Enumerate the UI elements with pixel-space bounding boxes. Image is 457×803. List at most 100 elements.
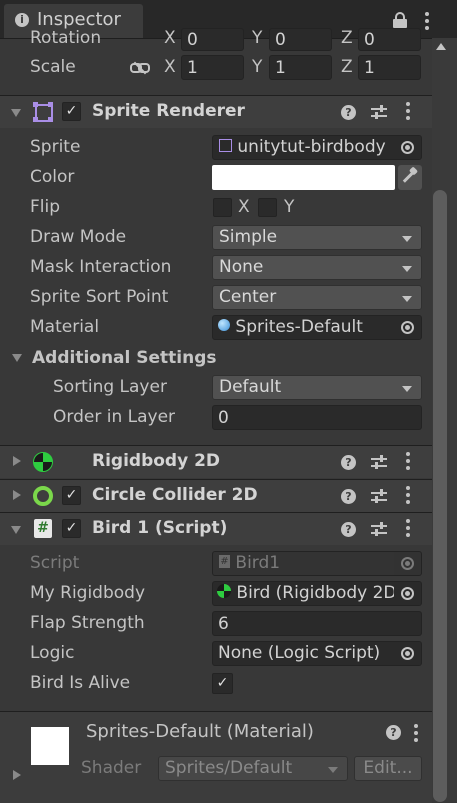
script-label: Script: [30, 553, 80, 573]
bird-is-alive-label: Bird Is Alive: [30, 673, 131, 693]
scale-label: Scale: [30, 57, 76, 77]
component-menu-icon[interactable]: [406, 519, 410, 540]
presets-icon[interactable]: [371, 489, 387, 503]
mask-interaction-dropdown[interactable]: None: [212, 255, 422, 280]
chevron-down-icon: [402, 386, 412, 392]
rigidbody-2d-icon: [33, 452, 53, 472]
material-preview-section: Sprites-Default (Material) ? Shader Spri…: [0, 711, 432, 803]
sprite-renderer-icon: [33, 102, 53, 122]
additional-settings-title[interactable]: Additional Settings: [32, 348, 217, 368]
object-picker-icon[interactable]: [394, 582, 421, 605]
circle-collider-2d-header[interactable]: ✓ Circle Collider 2D ?: [0, 479, 432, 512]
additional-settings-foldout-icon[interactable]: [12, 354, 22, 362]
rigidbody-2d-title: Rigidbody 2D: [92, 451, 221, 471]
sprite-object-field[interactable]: unitytut-birdbody: [212, 135, 422, 160]
scrollbar-thumb[interactable]: [433, 190, 447, 802]
help-icon[interactable]: ?: [341, 455, 356, 470]
sorting-layer-value: Default: [219, 377, 282, 397]
material-label: Material: [30, 317, 100, 337]
object-picker-icon[interactable]: [394, 642, 421, 665]
mask-interaction-value: None: [219, 257, 264, 277]
shader-label: Shader: [81, 758, 142, 778]
flip-y-checkbox[interactable]: [258, 198, 277, 217]
constrain-proportions-icon[interactable]: [130, 60, 150, 75]
flap-strength-field[interactable]: 6: [212, 611, 422, 636]
draw-mode-dropdown[interactable]: Simple: [212, 225, 422, 250]
sprite-asset-icon: [219, 138, 232, 152]
scroll-up-arrow-icon[interactable]: [436, 43, 446, 50]
sprite-renderer-title: Sprite Renderer: [92, 101, 245, 121]
order-in-layer-field[interactable]: 0: [212, 405, 422, 430]
order-in-layer-label: Order in Layer: [53, 407, 176, 427]
csharp-script-icon: #: [34, 519, 52, 538]
draw-mode-label: Draw Mode: [30, 227, 127, 247]
script-object-field: # Bird1: [212, 551, 422, 576]
my-rigidbody-object-field[interactable]: Bird (Rigidbody 2D): [212, 581, 422, 606]
help-icon[interactable]: ?: [341, 522, 356, 537]
preview-foldout-icon[interactable]: [13, 770, 21, 780]
color-label: Color: [30, 167, 75, 187]
chevron-down-icon: [402, 296, 412, 302]
object-picker-icon[interactable]: [394, 316, 421, 339]
scale-y-field[interactable]: 1: [269, 55, 332, 80]
presets-icon[interactable]: [371, 522, 387, 536]
material-menu-icon[interactable]: [414, 724, 418, 745]
flip-y-label: Y: [284, 197, 295, 217]
scale-x-field[interactable]: 1: [181, 55, 244, 80]
sorting-layer-dropdown[interactable]: Default: [212, 375, 422, 400]
component-menu-icon[interactable]: [406, 452, 410, 473]
eyedropper-icon[interactable]: [398, 165, 422, 190]
my-rigidbody-value: Bird (Rigidbody 2D): [236, 583, 404, 603]
bird-is-alive-checkbox[interactable]: ✓: [212, 673, 233, 694]
my-rigidbody-label: My Rigidbody: [30, 583, 146, 603]
material-thumbnail[interactable]: [31, 727, 69, 765]
sorting-layer-label: Sorting Layer: [53, 377, 167, 397]
sprite-sort-point-value: Center: [219, 287, 277, 307]
script-value: Bird1: [235, 553, 281, 573]
circle-collider-enabled-checkbox[interactable]: ✓: [62, 486, 81, 505]
foldout-collapsed-icon[interactable]: [13, 456, 21, 466]
bird-script-title: Bird 1 (Script): [92, 518, 228, 538]
bird-script-enabled-checkbox[interactable]: ✓: [62, 519, 81, 538]
flip-label: Flip: [30, 197, 61, 217]
component-menu-icon[interactable]: [406, 102, 410, 123]
material-object-field[interactable]: Sprites-Default: [212, 315, 422, 340]
script-asset-icon: #: [219, 554, 230, 568]
chevron-down-icon: [402, 266, 412, 272]
scale-z-axis-label[interactable]: Z: [341, 57, 353, 77]
object-picker-icon[interactable]: [394, 136, 421, 159]
edit-shader-button[interactable]: Edit...: [354, 756, 422, 781]
help-icon[interactable]: ?: [341, 489, 356, 504]
help-icon[interactable]: ?: [341, 105, 356, 120]
object-picker-icon: [394, 552, 421, 575]
flap-strength-label: Flap Strength: [30, 613, 145, 633]
help-icon[interactable]: ?: [386, 725, 401, 740]
mask-interaction-label: Mask Interaction: [30, 257, 172, 277]
logic-object-field[interactable]: None (Logic Script): [212, 641, 422, 666]
scale-x-axis-label[interactable]: X: [164, 57, 176, 77]
logic-value: None (Logic Script): [218, 643, 381, 663]
material-value: Sprites-Default: [235, 317, 363, 337]
component-menu-icon[interactable]: [406, 486, 410, 507]
logic-label: Logic: [30, 643, 75, 663]
foldout-expanded-icon[interactable]: [11, 526, 21, 534]
flip-x-checkbox[interactable]: [213, 198, 232, 217]
scale-y-axis-label[interactable]: Y: [252, 57, 262, 77]
flip-x-label: X: [238, 197, 250, 217]
circle-collider-2d-title: Circle Collider 2D: [92, 485, 258, 505]
sprite-renderer-enabled-checkbox[interactable]: ✓: [62, 102, 81, 121]
bird-script-header[interactable]: # ✓ Bird 1 (Script) ?: [0, 512, 432, 545]
scale-z-field[interactable]: 1: [358, 55, 421, 80]
rigidbody-ref-icon: [217, 584, 231, 598]
color-swatch[interactable]: [212, 165, 395, 190]
circle-collider-icon: [33, 486, 53, 506]
sprite-sort-point-dropdown[interactable]: Center: [212, 285, 422, 310]
rigidbody-2d-header[interactable]: Rigidbody 2D ?: [0, 445, 432, 478]
chevron-down-icon: [328, 767, 338, 773]
presets-icon[interactable]: [371, 105, 387, 119]
presets-icon[interactable]: [371, 455, 387, 469]
foldout-expanded-icon[interactable]: [11, 109, 21, 117]
sprite-renderer-header[interactable]: ✓ Sprite Renderer ?: [0, 95, 432, 128]
foldout-collapsed-icon[interactable]: [13, 490, 21, 500]
shader-dropdown[interactable]: Sprites/Default: [158, 756, 348, 781]
